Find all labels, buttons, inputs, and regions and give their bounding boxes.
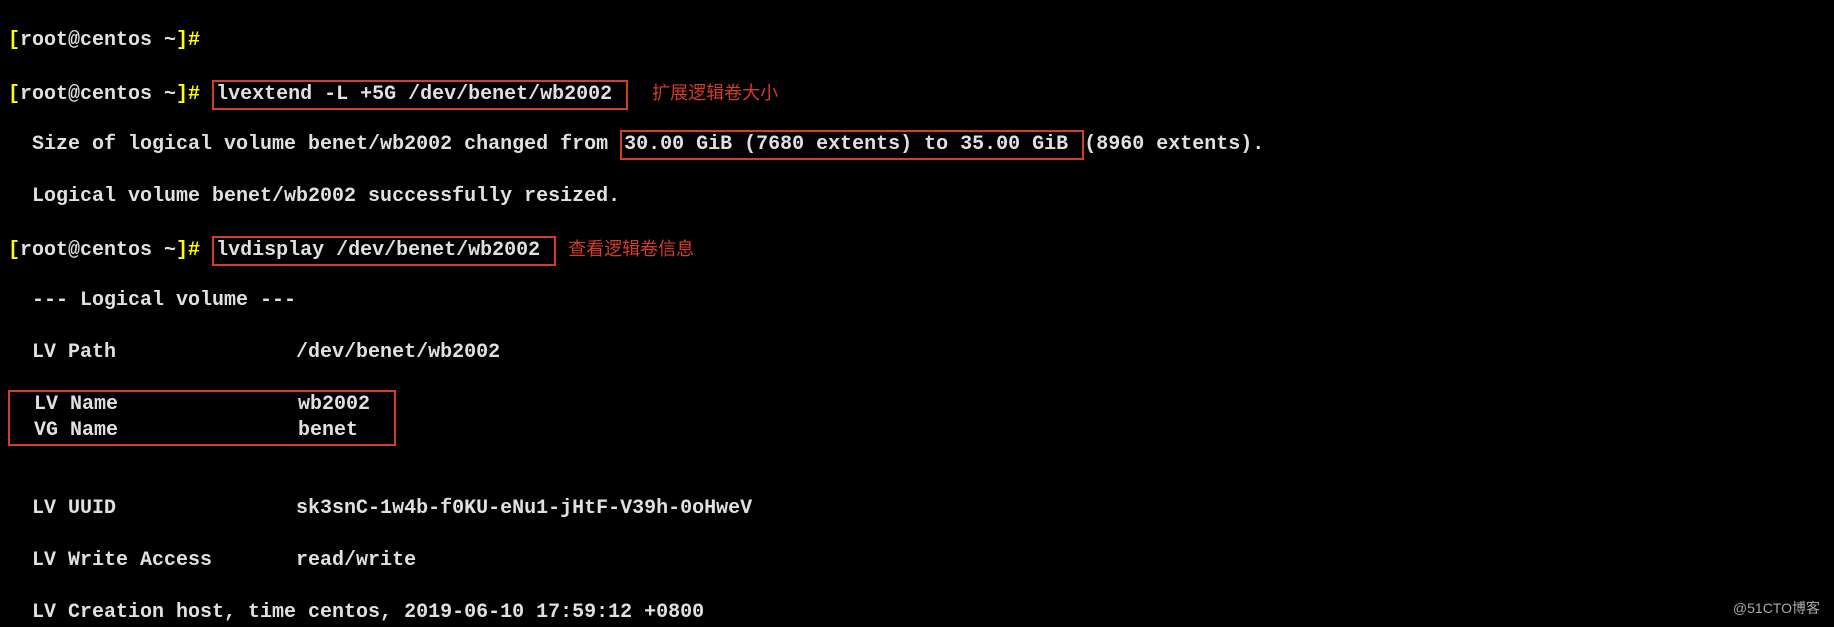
bracket-open: [ (8, 29, 20, 52)
command-lvdisplay: lvdisplay /dev/benet/wb2002 (212, 236, 556, 266)
lv-header: --- Logical volume --- (8, 288, 1826, 314)
terminal-output: [root@centos ~]# [root@centos ~]# lvexte… (0, 0, 1834, 627)
prompt-userhost: root@centos ~ (20, 29, 176, 52)
bracket-close: ]# (176, 239, 200, 262)
prompt-userhost: root@centos ~ (20, 239, 176, 262)
field-lv-path: LV Path /dev/benet/wb2002 (8, 340, 1826, 366)
prompt-line-1[interactable]: [root@centos ~]# (8, 28, 1826, 54)
bracket-close: ]# (176, 29, 200, 52)
bracket-open: [ (8, 83, 20, 106)
bracket-open: [ (8, 239, 20, 262)
annotation-view: 查看逻辑卷信息 (568, 239, 694, 259)
command-lvextend: lvextend -L +5G /dev/benet/wb2002 (212, 80, 628, 110)
field-lv-uuid: LV UUID sk3snC-1w4b-f0KU-eNu1-jHtF-V39h-… (8, 496, 1826, 522)
annotation-extend: 扩展逻辑卷大小 (652, 83, 778, 103)
field-lv-write: LV Write Access read/write (8, 548, 1826, 574)
highlight-names: LV Name wb2002 VG Name benet (8, 390, 396, 446)
field-lv-name: LV Name wb2002 VG Name benet (8, 392, 1826, 418)
bracket-close: ]# (176, 83, 200, 106)
prompt-userhost: root@centos ~ (20, 83, 176, 106)
prompt-line-2[interactable]: [root@centos ~]# lvextend -L +5G /dev/be… (8, 80, 1826, 106)
watermark: @51CTO博客 (1733, 595, 1820, 621)
highlight-size-change: 30.00 GiB (7680 extents) to 35.00 GiB (620, 130, 1084, 160)
prompt-line-3[interactable]: [root@centos ~]# lvdisplay /dev/benet/wb… (8, 236, 1826, 262)
output-resized: Logical volume benet/wb2002 successfully… (8, 184, 1826, 210)
field-lv-ctime: LV Creation host, time centos, 2019-06-1… (8, 600, 1826, 626)
field-vg-name-spacer (8, 444, 1826, 470)
output-size-changed: Size of logical volume benet/wb2002 chan… (8, 132, 1826, 158)
